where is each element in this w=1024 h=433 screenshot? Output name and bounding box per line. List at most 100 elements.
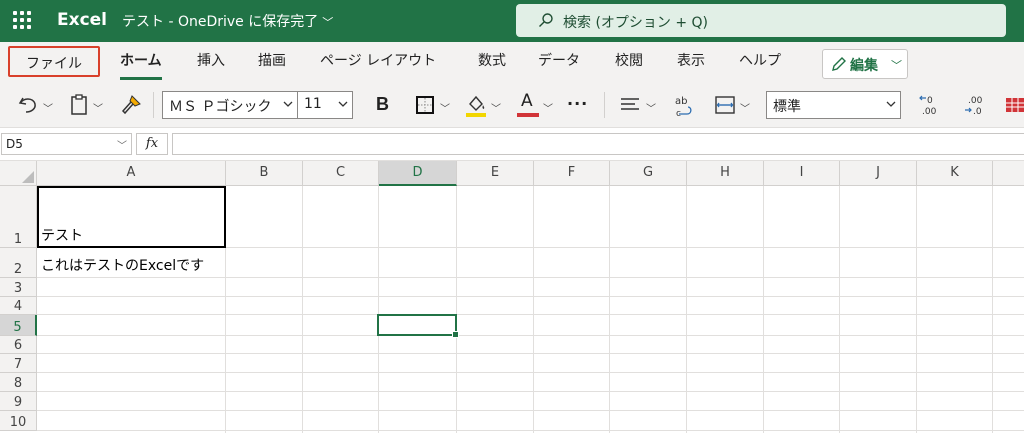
active-cell-selection[interactable] [377, 314, 459, 338]
row-header-label: 10 [9, 415, 27, 430]
column-header-f[interactable]: F [534, 161, 610, 186]
formula-bar: D5 ﹀ fx [0, 128, 1024, 161]
row-header-label: 8 [13, 376, 23, 391]
more-options-button[interactable]: ··· [567, 94, 588, 120]
formula-input[interactable] [172, 133, 1024, 155]
chevron-down-icon: ﹀ [117, 141, 127, 152]
insert-function-button[interactable]: fx [136, 133, 168, 155]
column-header-b[interactable]: B [226, 161, 303, 186]
svg-text:.0: .0 [973, 107, 982, 117]
tab-view[interactable]: 表示 [677, 50, 705, 70]
edit-mode-button[interactable]: 編集 ﹀ [822, 49, 908, 79]
grid-column-line [609, 186, 610, 433]
column-header-h[interactable]: H [687, 161, 764, 186]
row-header-9[interactable]: 9 [0, 392, 37, 411]
name-box[interactable]: D5 ﹀ [1, 133, 132, 155]
spreadsheet-grid[interactable]: ABCDEFGHIJK 1 2 3 4 5 6 7 8 9 10 テスト これはテストのExcel… [0, 161, 1024, 433]
row-header-5[interactable]: 5 [0, 315, 37, 336]
wrap-text-icon[interactable]: ab c [673, 92, 697, 118]
font-size-dropdown[interactable]: 11 [297, 91, 353, 119]
chevron-down-icon [886, 101, 896, 107]
grid-column-line [763, 186, 764, 433]
select-all-icon [22, 171, 34, 183]
row-header-3[interactable]: 3 [0, 278, 37, 297]
align-left-icon[interactable] [619, 92, 641, 118]
alignment-dropdown-icon[interactable]: ﹀ [646, 100, 656, 115]
row-header-2[interactable]: 2 [0, 248, 37, 278]
row-header-label: 7 [13, 357, 23, 372]
column-header-d[interactable]: D [379, 161, 457, 186]
conditional-format-icon[interactable] [1004, 92, 1024, 118]
font-color-dropdown-icon[interactable]: ﹀ [543, 100, 553, 115]
undo-dropdown-icon[interactable]: ﹀ [43, 100, 53, 115]
paste-dropdown-icon[interactable]: ﹀ [93, 100, 103, 115]
grid-column-line [992, 186, 993, 433]
grid-column-line [302, 186, 303, 433]
increase-decimal-icon[interactable]: 0 .00 [918, 92, 944, 118]
tab-review[interactable]: 校閲 [615, 50, 643, 70]
column-header-k[interactable]: K [917, 161, 993, 186]
row-header-7[interactable]: 7 [0, 354, 37, 373]
number-format-value: 標準 [773, 99, 801, 115]
document-title-text: テスト - OneDrive に保存完了 [122, 14, 319, 30]
ribbon-tabs: ファイル ホーム 挿入 描画 ページ レイアウト 数式 データ 校閲 表示 ヘル… [0, 42, 1024, 82]
row-header-label: 3 [13, 281, 23, 296]
fill-color-dropdown-icon[interactable]: ﹀ [491, 100, 501, 115]
search-placeholder: 検索 (オプション + Q) [563, 15, 709, 31]
number-format-dropdown[interactable]: 標準 [766, 91, 901, 119]
tab-page-layout[interactable]: ページ レイアウト [320, 50, 436, 70]
column-header-partial[interactable] [993, 161, 1024, 186]
font-color-button[interactable]: A [516, 91, 540, 118]
pencil-icon [832, 57, 846, 71]
bold-button[interactable]: B [376, 94, 389, 120]
undo-icon[interactable] [17, 92, 39, 118]
column-header-j[interactable]: J [840, 161, 917, 186]
grid-row-line [37, 372, 1024, 373]
tab-data[interactable]: データ [538, 50, 580, 70]
column-header-i[interactable]: I [764, 161, 840, 186]
clipboard-icon[interactable] [68, 92, 90, 118]
column-header-c[interactable]: C [303, 161, 379, 186]
merge-dropdown-icon[interactable]: ﹀ [740, 100, 750, 115]
row-header-label: 1 [13, 232, 23, 247]
column-header-e[interactable]: E [457, 161, 534, 186]
borders-dropdown-icon[interactable]: ﹀ [440, 100, 450, 115]
document-title[interactable]: テスト - OneDrive に保存完了 ﹀ [122, 11, 333, 31]
search-icon [539, 13, 553, 27]
tab-formulas[interactable]: 数式 [478, 50, 506, 70]
row-header-1[interactable]: 1 [0, 186, 37, 248]
column-header-g[interactable]: G [610, 161, 687, 186]
row-header-6[interactable]: 6 [0, 336, 37, 354]
cell-a2[interactable]: これはテストのExcelです [41, 255, 204, 275]
tab-insert[interactable]: 挿入 [197, 50, 225, 70]
chevron-down-icon [338, 101, 348, 107]
fill-color-icon[interactable] [464, 92, 488, 118]
grid-row-line [37, 391, 1024, 392]
grid-column-line [916, 186, 917, 433]
row-header-4[interactable]: 4 [0, 297, 37, 315]
grid-row-line [37, 353, 1024, 354]
grid-column-line [378, 186, 379, 433]
app-name[interactable]: Excel [57, 10, 107, 30]
tab-draw[interactable]: 描画 [258, 50, 286, 70]
title-bar: Excel テスト - OneDrive に保存完了 ﹀ 検索 (オプション + … [0, 0, 1024, 42]
format-painter-icon[interactable] [118, 92, 144, 118]
search-box[interactable]: 検索 (オプション + Q) [516, 4, 1006, 37]
decrease-decimal-icon[interactable]: .00 .0 [962, 92, 988, 118]
app-launcher-icon[interactable] [13, 11, 33, 31]
column-header-a[interactable]: A [37, 161, 226, 186]
row-header-10[interactable]: 10 [0, 411, 37, 431]
grid-row-line [37, 430, 1024, 431]
font-size-value: 11 [304, 96, 322, 112]
grid-row-line [37, 410, 1024, 411]
borders-icon[interactable] [414, 92, 436, 118]
font-name-dropdown[interactable]: ＭＳ Ｐゴシック [162, 91, 298, 119]
merge-cells-icon[interactable] [714, 92, 736, 118]
select-all-corner[interactable] [0, 161, 37, 186]
tab-file[interactable]: ファイル [8, 46, 100, 77]
tab-help[interactable]: ヘルプ [739, 50, 781, 70]
tab-home[interactable]: ホーム [120, 50, 162, 80]
row-header-8[interactable]: 8 [0, 373, 37, 392]
row-header-label: 9 [13, 395, 23, 410]
cell-a1[interactable]: テスト [41, 225, 83, 245]
